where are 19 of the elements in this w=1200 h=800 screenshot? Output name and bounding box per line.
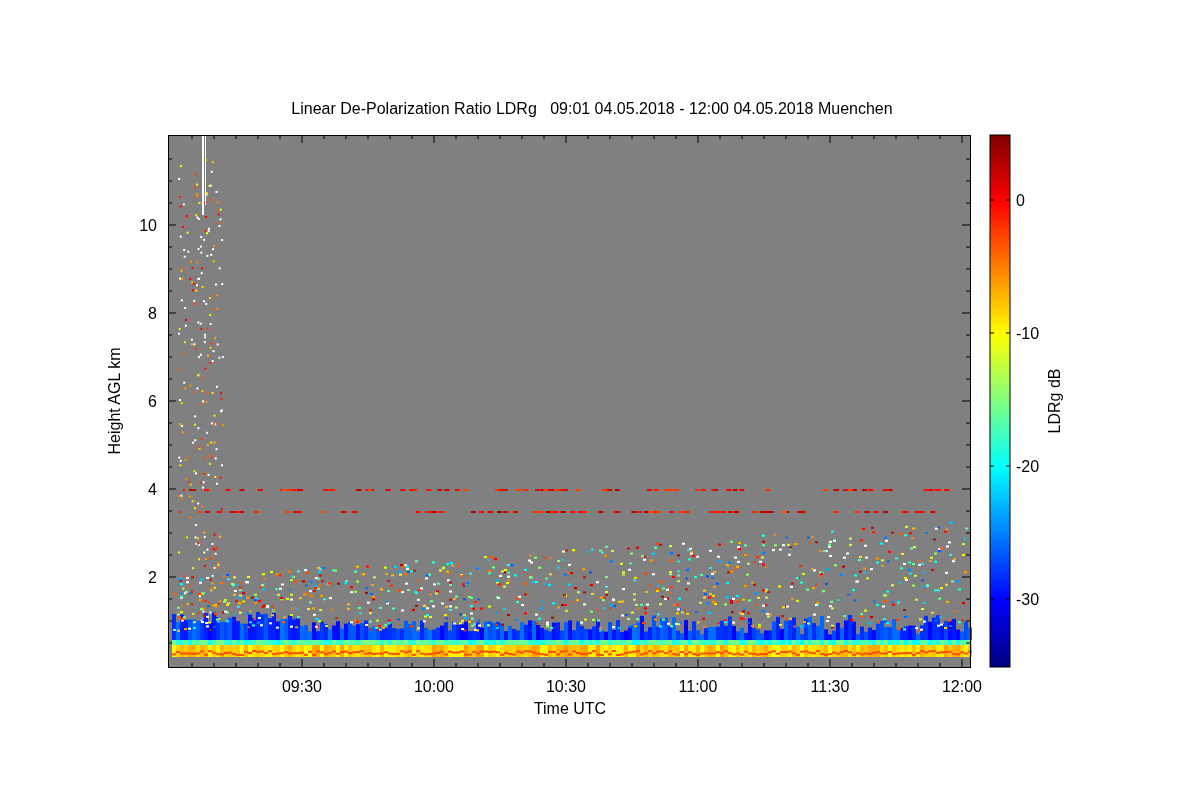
tick-label: 2 (148, 569, 157, 586)
plot-title: Linear De-Polarization Ratio LDRg 09:01 04.05.2018 - 12:00 04.05.2018 Muenchen (291, 100, 893, 117)
tick-label: 09:30 (282, 678, 322, 695)
tick-label: 8 (148, 305, 157, 322)
tick-label: -10 (1016, 325, 1040, 342)
axis-label: Time UTC (533, 700, 607, 717)
axis-label: Height AGL km (106, 347, 123, 455)
tick-label: -30 (1016, 591, 1040, 608)
tick-label: 10:00 (414, 678, 454, 695)
tick-label: 12:00 (942, 678, 982, 695)
tick-label: 4 (148, 481, 157, 498)
axis-label: LDRg dB (1046, 368, 1063, 434)
tick-label: 6 (148, 393, 157, 410)
tick-label: 10 (139, 217, 157, 234)
tick-label: 10:30 (546, 678, 586, 695)
tick-label: 11:00 (678, 678, 718, 695)
tick-label: -20 (1016, 458, 1040, 475)
tick-label: 11:30 (810, 678, 850, 695)
tick-label: 0 (1016, 192, 1025, 209)
